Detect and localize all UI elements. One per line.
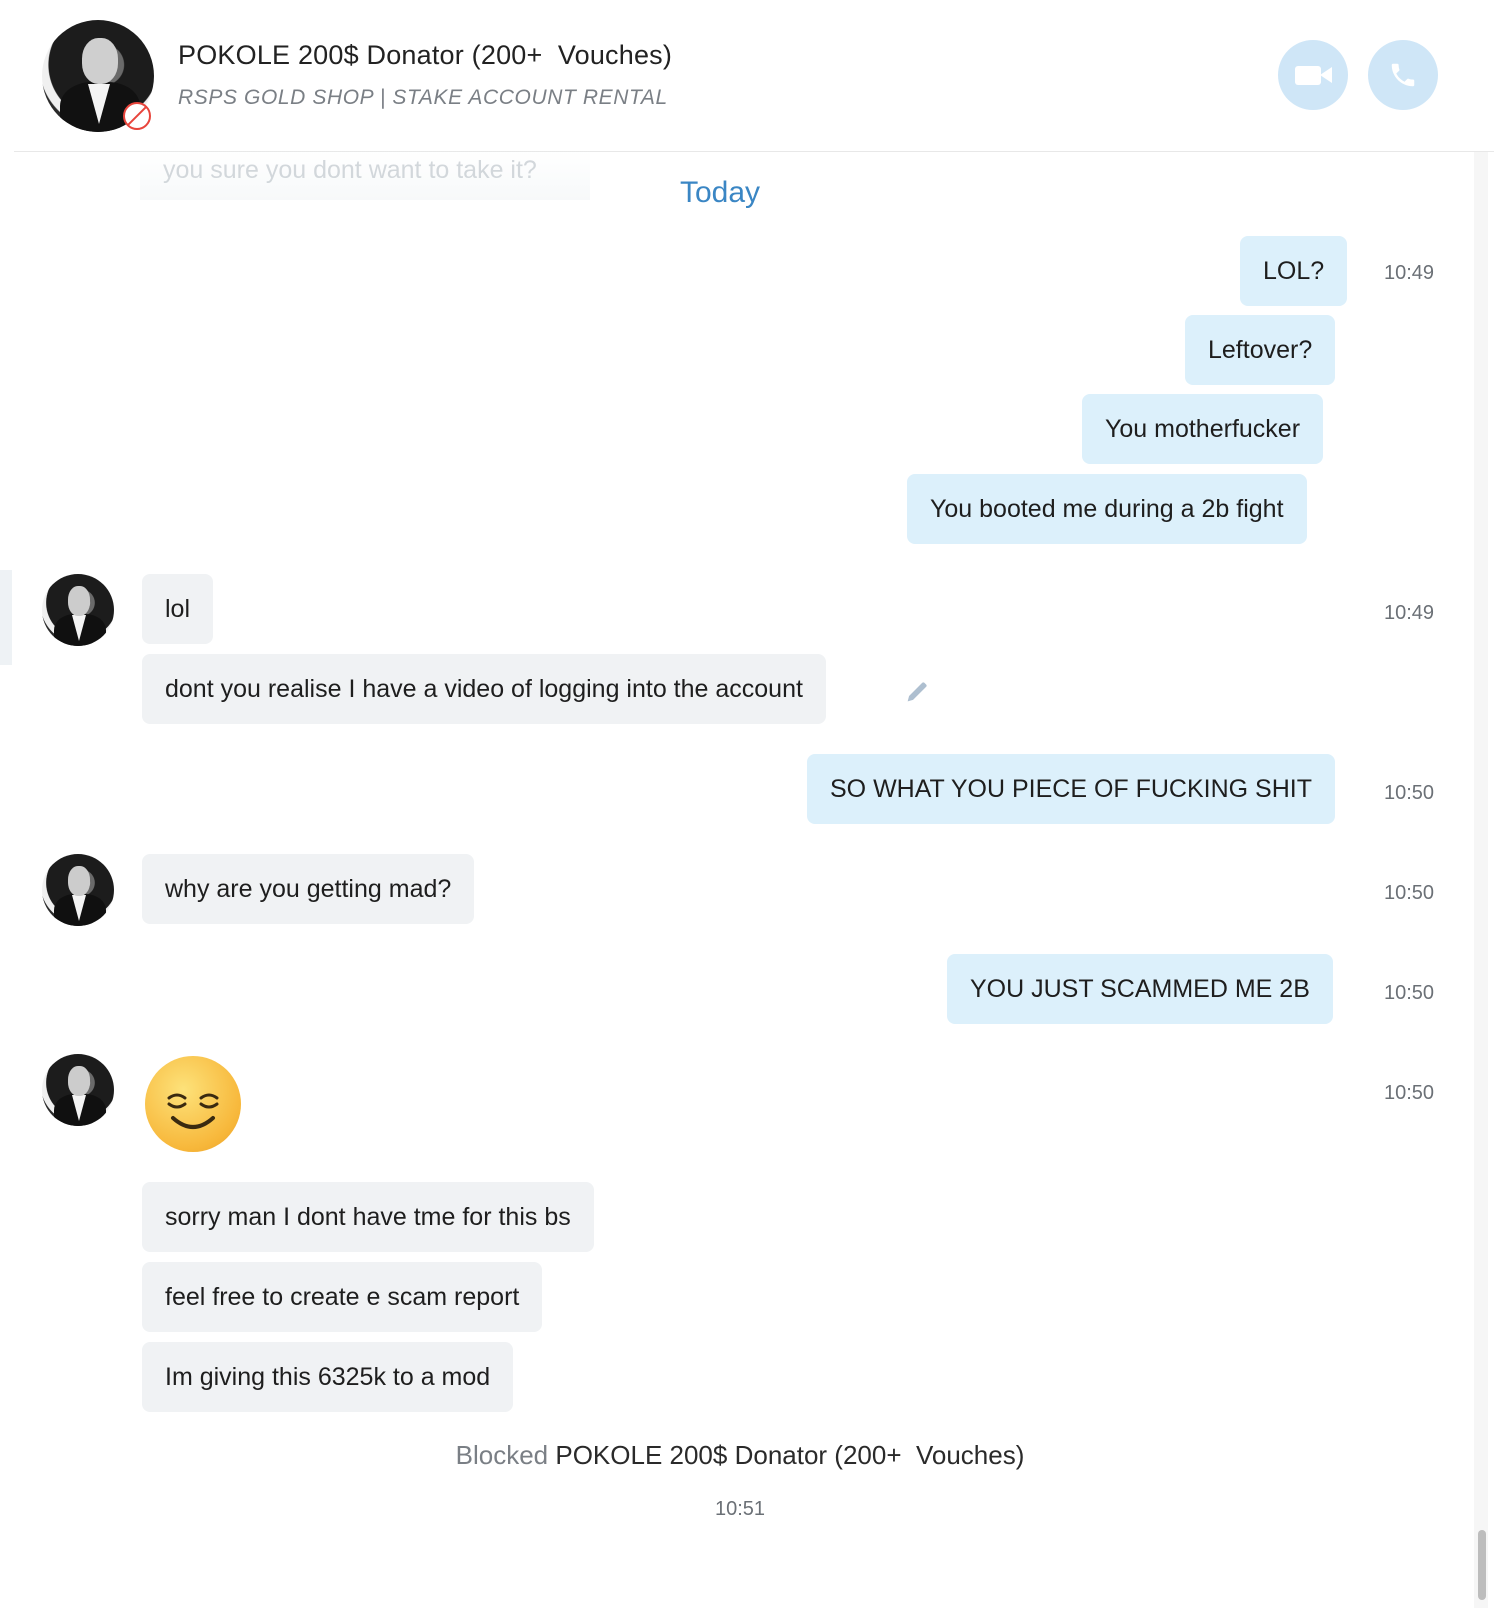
- message-time: 10:50: [1384, 1082, 1435, 1104]
- incoming-message[interactable]: sorry man I dont have tme for this bs: [142, 1182, 594, 1252]
- pencil-icon: [907, 682, 927, 702]
- voice-call-button[interactable]: [1368, 40, 1438, 110]
- date-separator: Today: [679, 176, 761, 209]
- message-time: 10:49: [1384, 602, 1435, 624]
- message-time: 10:50: [1384, 782, 1435, 804]
- message-time: 10:50: [1384, 982, 1435, 1004]
- message-time: 10:50: [1384, 882, 1435, 904]
- contact-name[interactable]: POKOLE 200$ Donator (200+ Vouches): [178, 40, 672, 71]
- left-panel-edge: [0, 570, 12, 665]
- sender-avatar[interactable]: [42, 574, 114, 646]
- outgoing-message[interactable]: Leftover?: [1185, 315, 1336, 385]
- outgoing-message[interactable]: LOL?: [1240, 236, 1348, 306]
- scrollbar-thumb[interactable]: [1478, 1530, 1486, 1600]
- outgoing-message[interactable]: YOU JUST SCAMMED ME 2B: [947, 954, 1333, 1024]
- system-message-time: 10:51: [714, 1498, 766, 1520]
- outgoing-message[interactable]: SO WHAT YOU PIECE OF FUCKING SHIT: [807, 754, 1335, 824]
- blocked-system-message: Blocked POKOLE 200$ Donator (200+ Vouche…: [0, 1440, 1480, 1471]
- incoming-message[interactable]: Im giving this 6325k to a mod: [142, 1342, 514, 1412]
- chat-header: POKOLE 200$ Donator (200+ Vouches) RSPS …: [14, 0, 1494, 152]
- outgoing-message[interactable]: You motherfucker: [1082, 394, 1324, 464]
- incoming-message[interactable]: why are you getting mad?: [142, 854, 475, 924]
- incoming-message[interactable]: lol: [142, 574, 214, 644]
- system-contact-name: POKOLE 200$ Donator (200+ Vouches): [555, 1440, 1025, 1470]
- relieved-face-emoji[interactable]: [145, 1056, 241, 1152]
- video-call-button[interactable]: [1278, 40, 1348, 110]
- phone-icon: [1391, 63, 1415, 87]
- sender-avatar[interactable]: [42, 854, 114, 926]
- system-prefix: Blocked: [455, 1440, 549, 1470]
- message-time: 10:49: [1384, 262, 1435, 284]
- scrollbar-track[interactable]: [1474, 152, 1488, 1608]
- sender-avatar[interactable]: [42, 1054, 114, 1126]
- incoming-message[interactable]: dont you realise I have a video of loggi…: [142, 654, 826, 724]
- outgoing-message[interactable]: You booted me during a 2b fight: [907, 474, 1307, 544]
- contact-status: RSPS GOLD SHOP | STAKE ACCOUNT RENTAL: [178, 86, 668, 109]
- incoming-message[interactable]: feel free to create e scam report: [142, 1262, 543, 1332]
- blocked-icon: [123, 102, 151, 130]
